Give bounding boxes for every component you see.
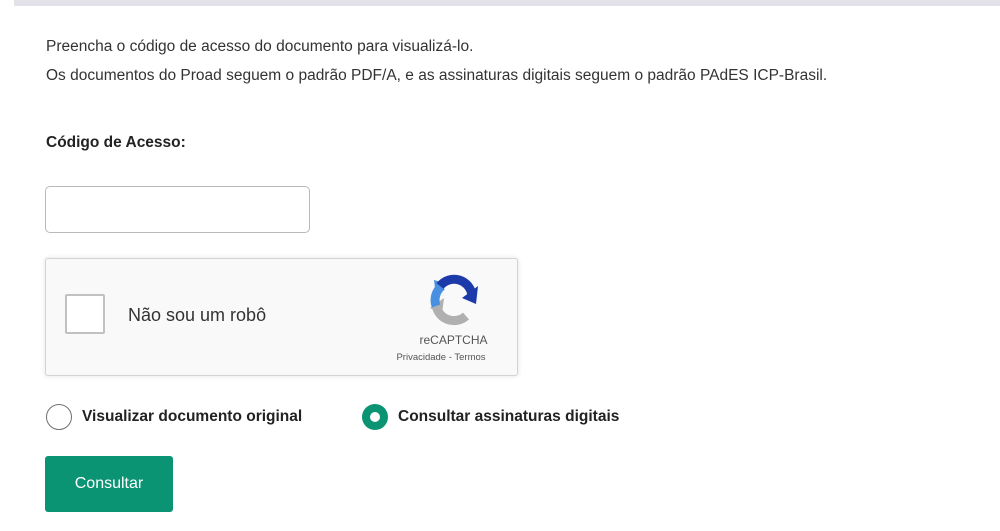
radio-button-unchecked[interactable] [46,404,72,430]
recaptcha-terms-link[interactable]: Termos [454,352,485,363]
access-code-label: Código de Acesso: [46,134,186,151]
intro-text-line-1: Preencha o código de acesso do documento… [46,38,474,55]
top-divider-bar [14,0,1000,6]
radio-option-consultar-assinaturas[interactable]: Consultar assinaturas digitais [362,402,619,432]
recaptcha-brand: reCAPTCHA [419,333,488,347]
radio-label-consultar-assinaturas: Consultar assinaturas digitais [398,408,620,425]
recaptcha-logo-icon [430,274,478,326]
recaptcha-checkbox[interactable] [65,294,105,334]
consultar-button[interactable]: Consultar [45,456,173,512]
radio-label-visualizar-original: Visualizar documento original [82,408,303,425]
radio-button-checked[interactable] [362,404,388,430]
recaptcha-checkbox-label: Não sou um robô [128,305,267,325]
recaptcha-privacy-link[interactable]: Privacidade [396,352,446,363]
recaptcha-widget: Não sou um robô reCAPTCHA Privacidade - … [45,258,518,376]
recaptcha-links: Privacidade - Termos [371,352,511,363]
intro-text-line-2: Os documentos do Proad seguem o padrão P… [46,67,828,84]
access-code-input[interactable] [45,186,310,233]
radio-option-visualizar-original[interactable]: Visualizar documento original [46,402,302,432]
